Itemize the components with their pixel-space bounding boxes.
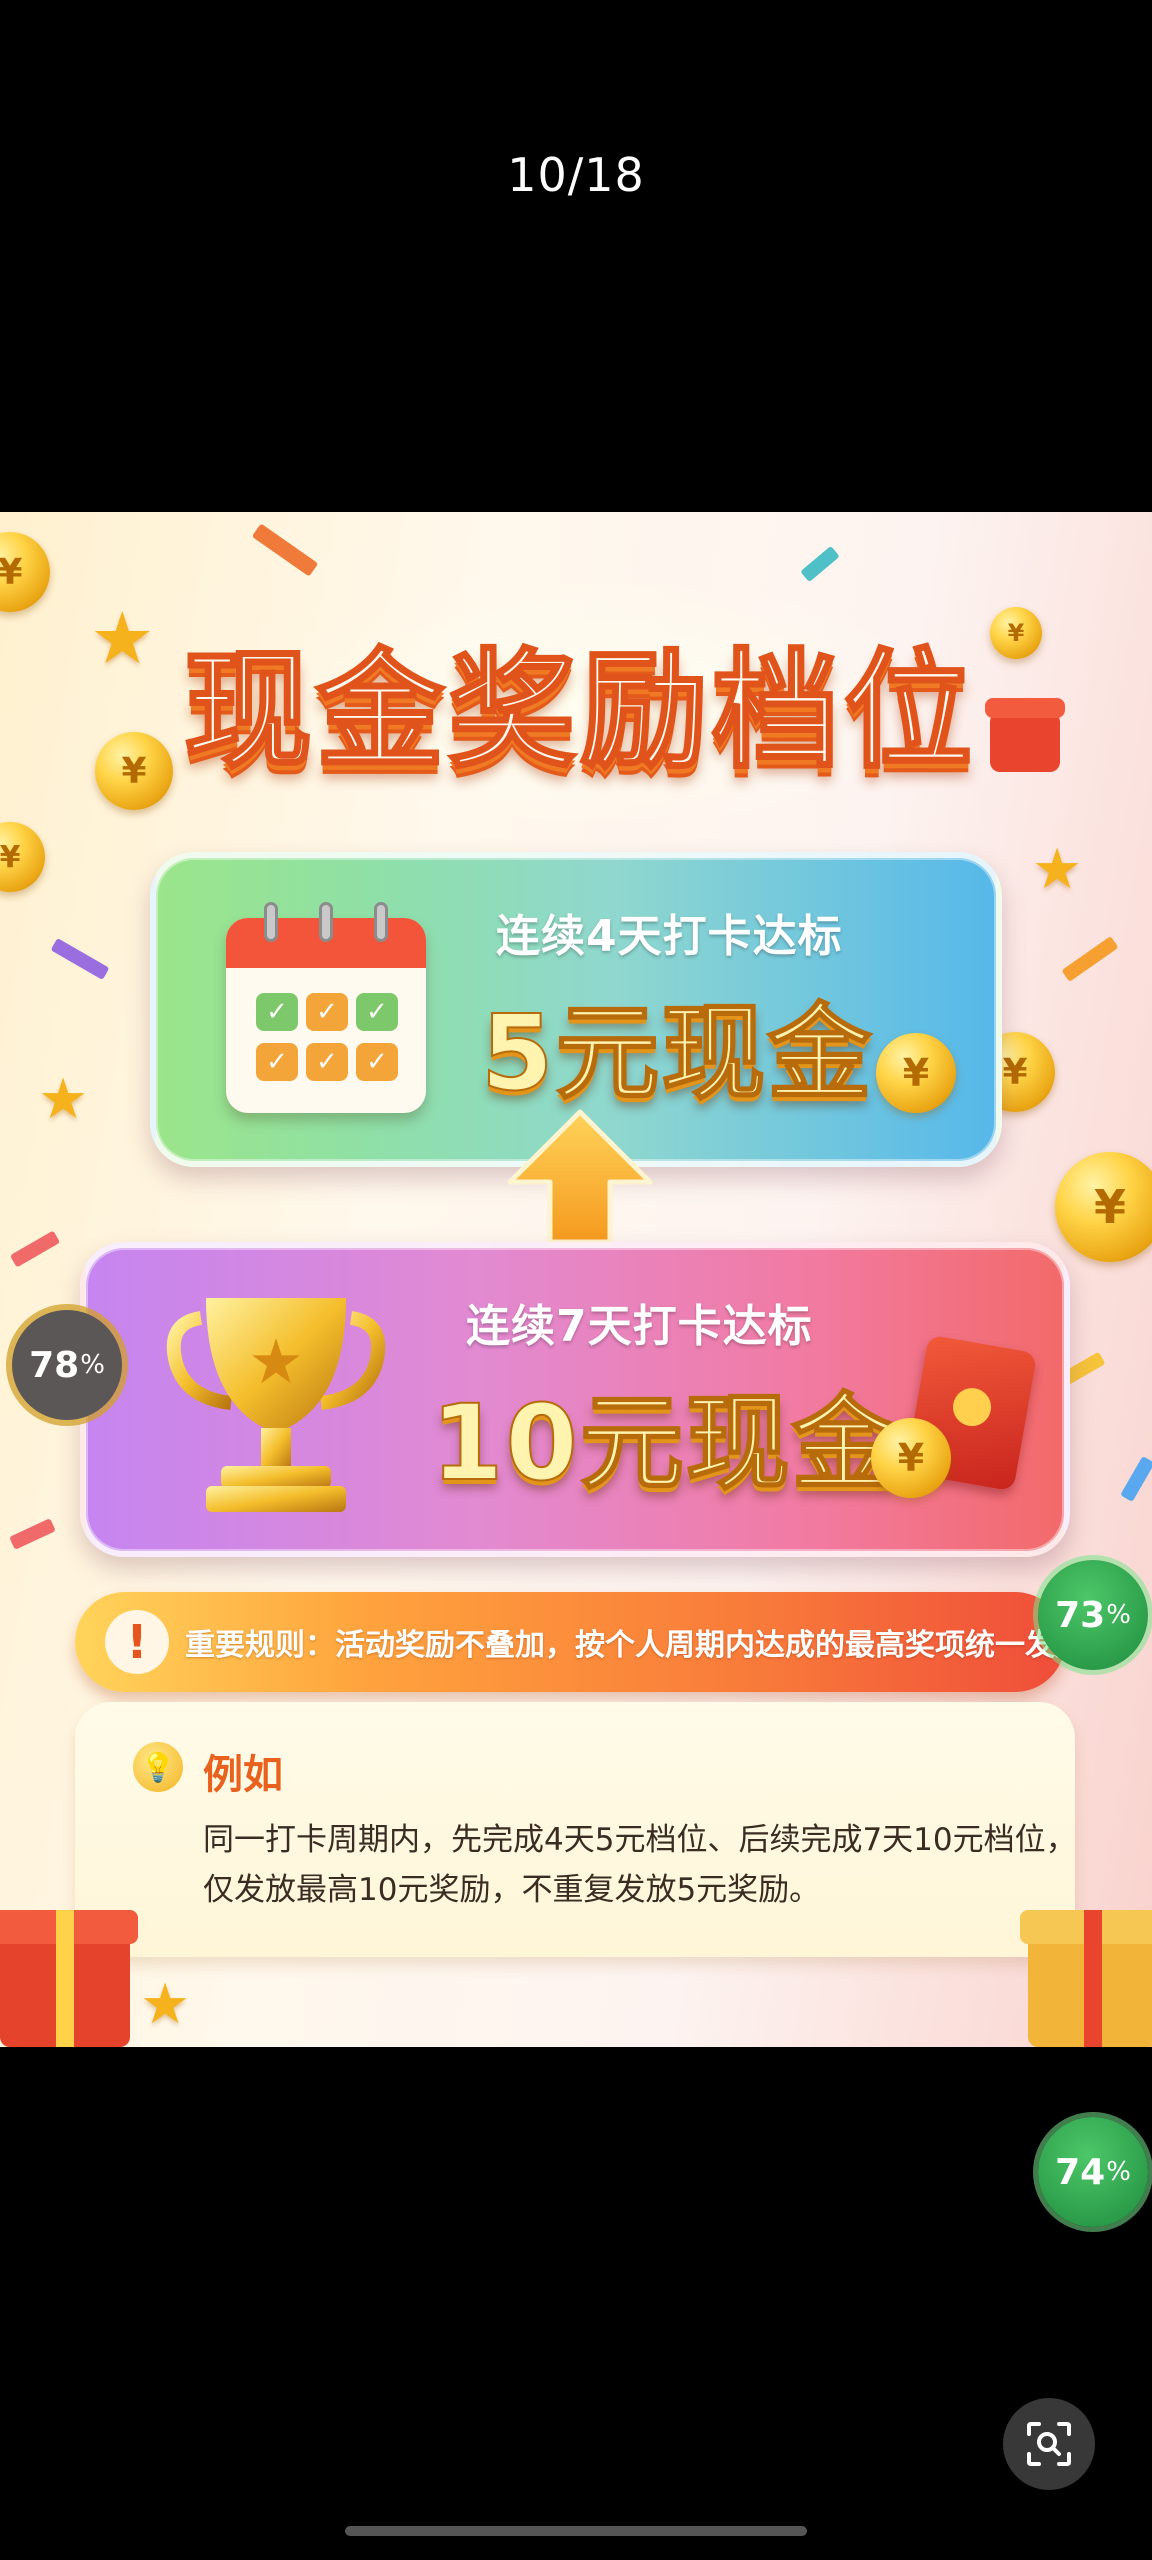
progress-badge-right-top[interactable]: 73% — [1038, 1560, 1148, 1670]
tier-7-day-condition: 连续7天打卡达标 — [466, 1301, 813, 1352]
lightbulb-icon: 💡 — [133, 1742, 183, 1792]
confetti — [1061, 936, 1119, 982]
coin-icon: ¥ — [0, 532, 50, 612]
example-title: 例如 — [203, 1752, 283, 1798]
badge-unit: % — [1106, 2157, 1131, 2187]
badge-value: 78 — [29, 1344, 80, 1386]
confetti — [50, 937, 110, 981]
gift-icon — [1020, 1910, 1152, 2047]
star-icon: ★ — [90, 596, 155, 680]
rule-text: 重要规则：活动奖励不叠加，按个人周期内达成的最高奖项统一发放 — [185, 1628, 1085, 1663]
gift-icon — [985, 698, 1065, 772]
lens-search-button[interactable] — [1003, 2398, 1095, 2490]
lens-search-icon — [1027, 2422, 1071, 2466]
star-icon: ★ — [38, 1067, 89, 1132]
progress-badge-right-bottom[interactable]: 74% — [1038, 2117, 1148, 2227]
coin-icon: ¥ — [871, 1418, 951, 1498]
trophy-icon: ★ — [166, 1298, 386, 1512]
svg-text:★: ★ — [248, 1325, 304, 1398]
confetti — [251, 523, 319, 577]
poster-title: 现金奖励档位 — [182, 636, 976, 788]
tier-4-day-condition: 连续4天打卡达标 — [496, 911, 843, 962]
up-arrow-icon — [507, 1109, 653, 1245]
example-card: 💡 例如 同一打卡周期内，先完成4天5元档位、后续完成7天10元档位， 仅发放最… — [75, 1702, 1077, 1957]
example-line-1: 同一打卡周期内，先完成4天5元档位、后续完成7天10元档位， — [203, 1822, 1077, 1858]
badge-value: 74 — [1055, 2151, 1106, 2193]
star-icon: ★ — [1032, 837, 1083, 902]
confetti — [1120, 1456, 1152, 1502]
coin-icon: ¥ — [876, 1033, 956, 1113]
coin-icon: ¥ — [0, 822, 45, 892]
badge-unit: % — [80, 1350, 105, 1380]
tier-7-day-card: ★ 连续7天打卡达标 10元现金 ¥ — [80, 1242, 1070, 1557]
home-indicator[interactable] — [345, 2526, 807, 2536]
badge-unit: % — [1106, 1600, 1131, 1630]
tier-4-day-reward: 5元现金 — [480, 991, 874, 1115]
poster-image[interactable]: ★ ★ ★ ★ ¥ ¥ ¥ ¥ ¥ ¥ 现金奖励档位 ✓ ✓ ✓ ✓ ✓ ✓ 连… — [0, 512, 1152, 2047]
example-line-2: 仅发放最高10元奖励，不重复发放5元奖励。 — [203, 1872, 821, 1908]
badge-value: 73 — [1055, 1594, 1106, 1636]
rule-banner: ! 重要规则：活动奖励不叠加，按个人周期内达成的最高奖项统一发放 — [75, 1592, 1085, 1692]
coin-icon: ¥ — [1055, 1152, 1152, 1262]
exclamation-icon: ! — [105, 1610, 169, 1674]
progress-badge-left[interactable]: 78% — [12, 1310, 122, 1420]
tier-7-day-reward: 10元现金 — [430, 1381, 898, 1505]
star-icon: ★ — [140, 1972, 191, 2037]
page-counter: 10/18 — [507, 148, 645, 202]
gift-icon — [0, 1910, 138, 2047]
confetti — [9, 1518, 56, 1550]
confetti — [9, 1230, 61, 1268]
calendar-icon: ✓ ✓ ✓ ✓ ✓ ✓ — [226, 902, 426, 1113]
